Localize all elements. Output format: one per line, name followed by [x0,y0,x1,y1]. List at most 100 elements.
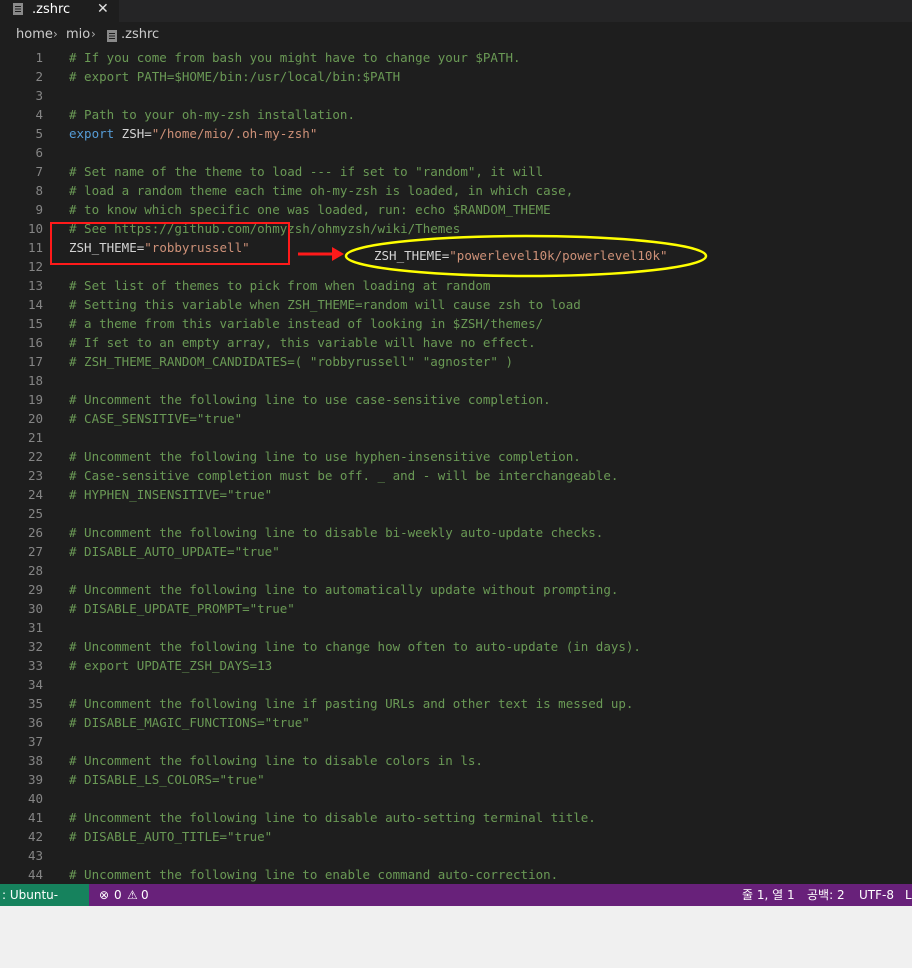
line-number: 26 [27,525,43,540]
code-line[interactable]: 8 # load a random theme each time oh-my-z… [0,181,912,200]
code-line[interactable]: 38 # Uncomment the following line to disa… [0,751,912,770]
tab-zshrc[interactable]: .zshrc ✕ [0,0,119,22]
code-line[interactable]: 17 # ZSH_THEME_RANDOM_CANDIDATES=( "robby… [0,352,912,371]
line-number: 32 [27,639,43,654]
close-icon[interactable]: ✕ [97,0,109,18]
code-line[interactable]: 34 [0,675,912,694]
encoding-setting[interactable]: UTF-8 [859,884,894,906]
code-line[interactable]: 25 [0,504,912,523]
line-number: 4 [35,107,43,122]
problems-count[interactable]: 0 [114,884,122,906]
line-content: # Uncomment the following line to disabl… [69,808,596,827]
line-content: # Uncomment the following line to use hy… [69,447,581,466]
code-line[interactable]: 31 [0,618,912,637]
code-line[interactable]: 19 # Uncomment the following line to use … [0,390,912,409]
line-number: 5 [35,126,43,141]
tab-bar: .zshrc ✕ [0,0,912,22]
line-number: 28 [27,563,43,578]
code-line[interactable]: 26 # Uncomment the following line to disa… [0,523,912,542]
code-line[interactable]: 22 # Uncomment the following line to use … [0,447,912,466]
vscode-window: .zshrc ✕ home › mio › .zshrc 1 # If you c… [0,0,912,968]
line-content: # Uncomment the following line to change… [69,637,641,656]
line-content: # Path to your oh-my-zsh installation. [69,105,355,124]
line-content: # DISABLE_UPDATE_PROMPT="true" [69,599,295,618]
line-number: 11 [27,240,43,255]
code-token: # export PATH=$HOME/bin:/usr/local/bin:$… [69,69,401,84]
code-token: # a theme from this variable instead of … [69,316,544,331]
indentation-setting[interactable]: 공백: 2 [807,884,845,906]
line-content: # to know which specific one was loaded,… [69,200,551,219]
code-line[interactable]: 24 # HYPHEN_INSENSITIVE="true" [0,485,912,504]
line-content: # Uncomment the following line to enable… [69,865,558,884]
code-token: # Uncomment the following line if pastin… [69,696,634,711]
code-token: # DISABLE_AUTO_UPDATE="true" [69,544,280,559]
line-content: # Setting this variable when ZSH_THEME=r… [69,295,581,314]
code-line[interactable]: 23 # Case-sensitive completion must be of… [0,466,912,485]
code-line[interactable]: 27 # DISABLE_AUTO_UPDATE="true" [0,542,912,561]
chevron-right-icon: › [91,27,96,41]
code-editor[interactable]: 1 # If you come from bash you might have … [0,48,912,884]
code-line[interactable]: 15 # a theme from this variable instead o… [0,314,912,333]
code-line[interactable]: 41 # Uncomment the following line to disa… [0,808,912,827]
line-content: # If you come from bash you might have t… [69,48,521,67]
line-content: # a theme from this variable instead of … [69,314,543,333]
warnings-count[interactable]: 0 [141,884,149,906]
line-content: # export UPDATE_ZSH_DAYS=13 [69,656,272,675]
code-line[interactable]: 5 export ZSH="/home/mio/.oh-my-zsh" [0,124,912,143]
line-content: # Uncomment the following line to use ca… [69,390,551,409]
code-line[interactable]: 44 # Uncomment the following line to enab… [0,865,912,884]
line-number: 39 [27,772,43,787]
code-line[interactable]: 43 [0,846,912,865]
code-line[interactable]: 3 [0,86,912,105]
line-content: # Set list of themes to pick from when l… [69,276,490,295]
code-line[interactable]: 9 # to know which specific one was loaded… [0,200,912,219]
line-content: # HYPHEN_INSENSITIVE="true" [69,485,272,504]
code-token: # CASE_SENSITIVE="true" [69,411,243,426]
status-bar: : Ubuntu-18.04 ⊗ 0 ⚠ 0 줄 1, 열 1 공백: 2 UT… [0,884,912,924]
code-token: # DISABLE_UPDATE_PROMPT="true" [69,601,295,616]
code-line[interactable]: 42 # DISABLE_AUTO_TITLE="true" [0,827,912,846]
code-line[interactable]: 20 # CASE_SENSITIVE="true" [0,409,912,428]
warning-icon[interactable]: ⚠ [127,884,138,906]
line-content: # Uncomment the following line to disabl… [69,523,603,542]
eol-setting[interactable]: L [905,884,912,906]
code-token: # export UPDATE_ZSH_DAYS=13 [69,658,273,673]
code-line[interactable]: 33 # export UPDATE_ZSH_DAYS=13 [0,656,912,675]
code-line[interactable]: 4 # Path to your oh-my-zsh installation. [0,105,912,124]
code-line[interactable]: 18 [0,371,912,390]
breadcrumb-item-mio[interactable]: mio [66,27,90,42]
breadcrumb-item-home[interactable]: home [16,27,53,42]
code-line[interactable]: 1 # If you come from bash you might have … [0,48,912,67]
code-line[interactable]: 30 # DISABLE_UPDATE_PROMPT="true" [0,599,912,618]
line-content: # CASE_SENSITIVE="true" [69,409,242,428]
code-line[interactable]: 37 [0,732,912,751]
code-line[interactable]: 28 [0,561,912,580]
code-line[interactable]: 6 [0,143,912,162]
code-line[interactable]: 35 # Uncomment the following line if past… [0,694,912,713]
cursor-position[interactable]: 줄 1, 열 1 [742,884,795,906]
code-line[interactable]: 39 # DISABLE_LS_COLORS="true" [0,770,912,789]
error-icon[interactable]: ⊗ [99,884,109,906]
code-line[interactable]: 13 # Set list of themes to pick from when… [0,276,912,295]
code-token: # Uncomment the following line to use ca… [69,392,551,407]
line-number: 15 [27,316,43,331]
line-number: 20 [27,411,43,426]
code-token: ZSH= [114,126,152,141]
remote-indicator[interactable]: : Ubuntu-18.04 [0,884,89,924]
code-line[interactable]: 36 # DISABLE_MAGIC_FUNCTIONS="true" [0,713,912,732]
line-number: 14 [27,297,43,312]
line-number: 36 [27,715,43,730]
code-token: # Uncomment the following line to disabl… [69,525,604,540]
code-line[interactable]: 14 # Setting this variable when ZSH_THEME… [0,295,912,314]
code-line[interactable]: 7 # Set name of the theme to load --- if … [0,162,912,181]
code-line[interactable]: 21 [0,428,912,447]
line-content: # DISABLE_LS_COLORS="true" [69,770,265,789]
code-line[interactable]: 32 # Uncomment the following line to chan… [0,637,912,656]
highlight-box [50,222,290,265]
code-line[interactable]: 16 # If set to an empty array, this varia… [0,333,912,352]
code-line[interactable]: 2 # export PATH=$HOME/bin:/usr/local/bin:… [0,67,912,86]
code-line[interactable]: 40 [0,789,912,808]
line-number: 10 [27,221,43,236]
breadcrumb-item-file[interactable]: .zshrc [121,27,159,42]
code-line[interactable]: 29 # Uncomment the following line to auto… [0,580,912,599]
